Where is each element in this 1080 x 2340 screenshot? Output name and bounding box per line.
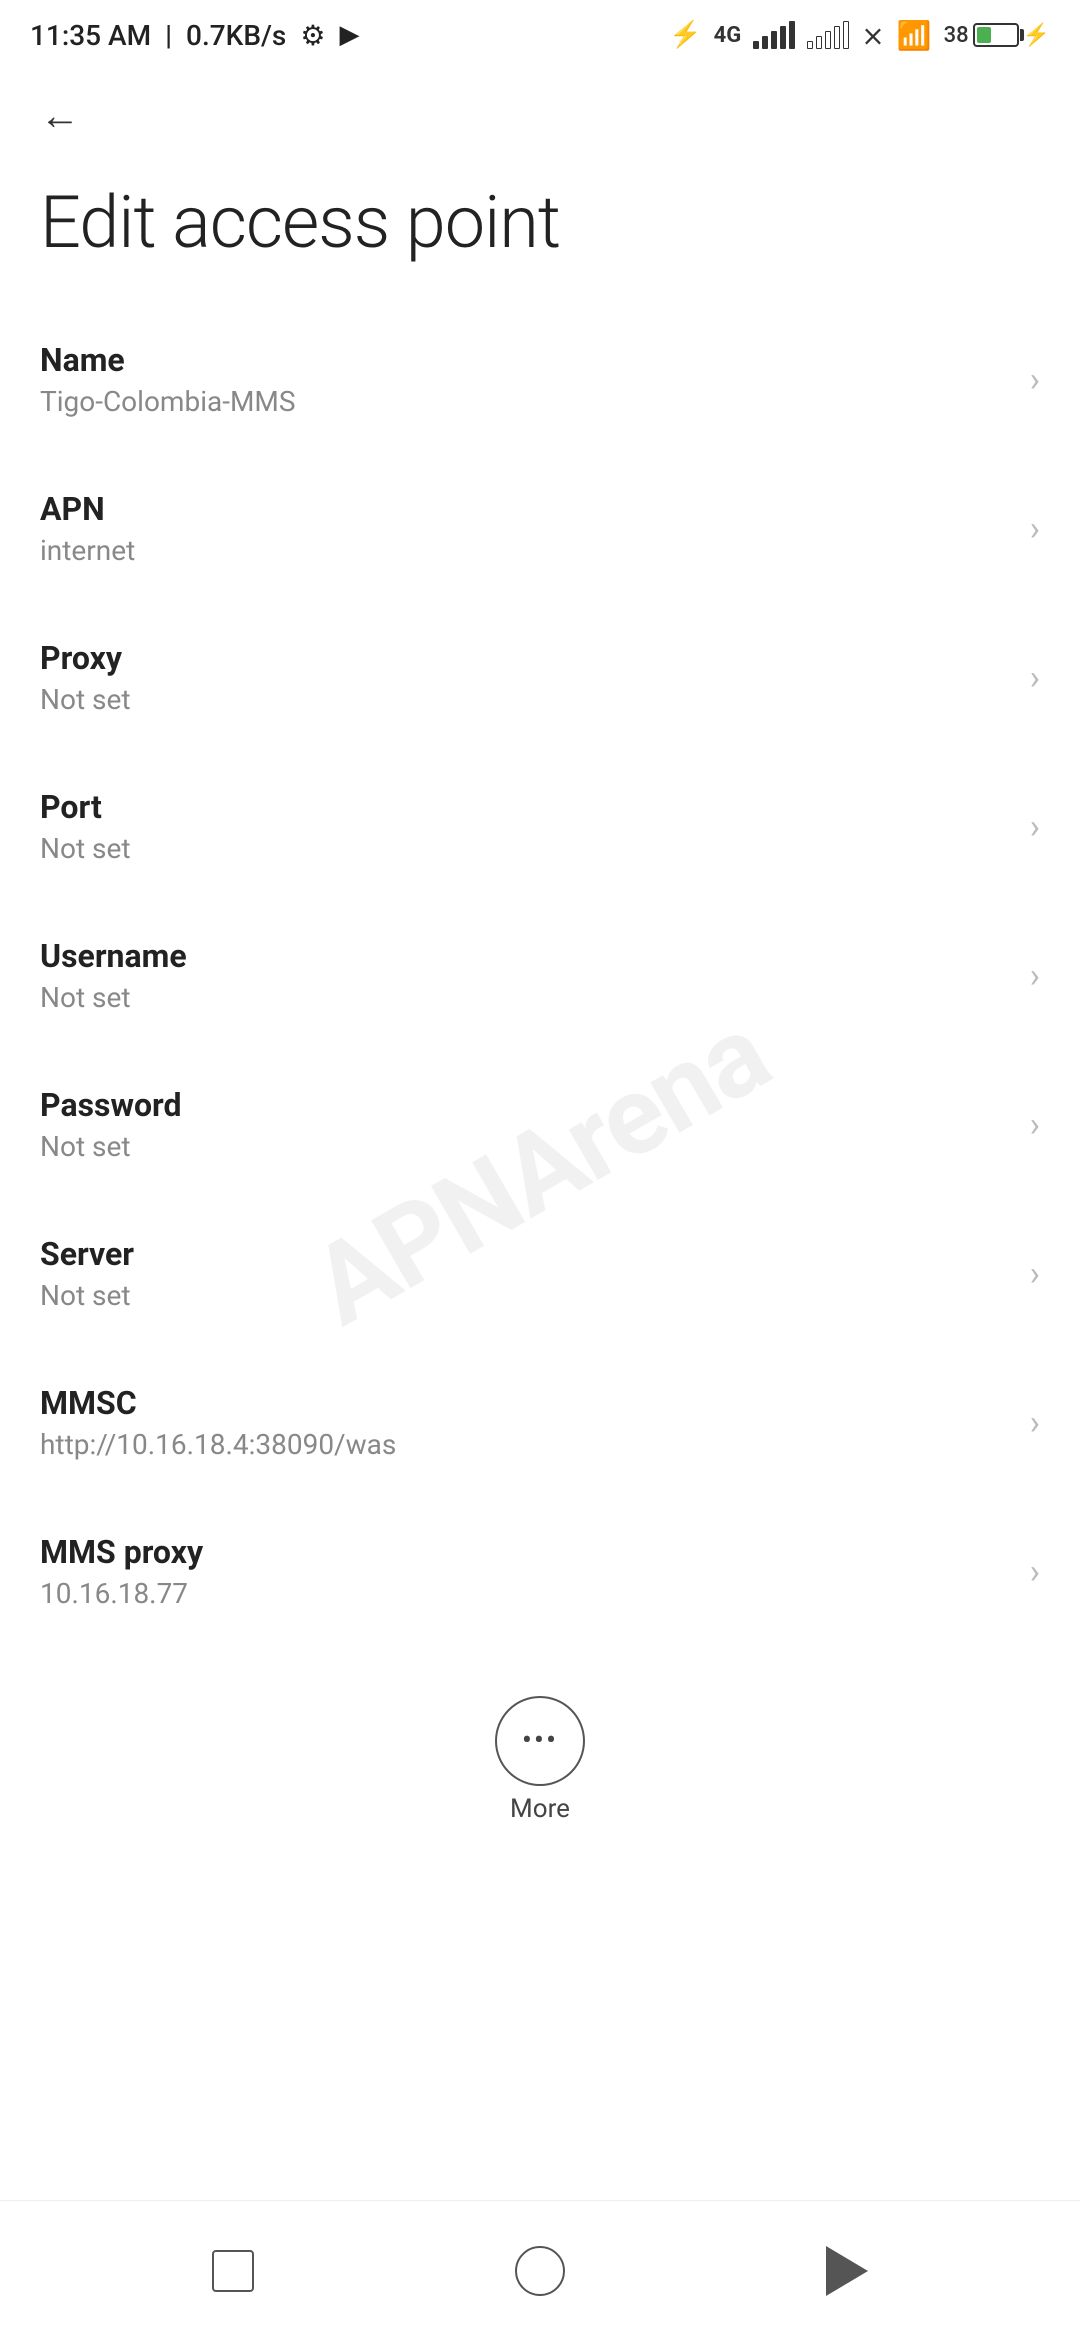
settings-item-password[interactable]: Password Not set ›: [0, 1050, 1080, 1199]
settings-item-mmsc-label: MMSC: [40, 1384, 1010, 1422]
more-label: More: [510, 1794, 570, 1824]
settings-item-apn-label: APN: [40, 490, 1010, 528]
settings-list: Name Tigo-Colombia-MMS › APN internet › …: [0, 305, 1080, 1646]
time-display: 11:35 AM: [30, 19, 151, 52]
settings-item-mmsc-value: http://10.16.18.4:38090/was: [40, 1428, 1010, 1461]
video-icon: ▶: [339, 20, 359, 50]
chevron-right-icon: ›: [1030, 807, 1040, 847]
settings-item-server-label: Server: [40, 1235, 1010, 1273]
nav-home-button[interactable]: [500, 2231, 580, 2311]
settings-item-proxy[interactable]: Proxy Not set ›: [0, 603, 1080, 752]
status-bar-right: ⚡ 4G ⨯ 📶 38 ⚡: [669, 19, 1050, 52]
bluetooth-icon: ⚡: [669, 20, 701, 50]
settings-item-password-content: Password Not set: [40, 1086, 1010, 1163]
charging-icon: ⚡: [1023, 23, 1050, 48]
chevron-right-icon: ›: [1030, 1403, 1040, 1443]
signal-bars-2: [807, 21, 849, 49]
settings-item-port[interactable]: Port Not set ›: [0, 752, 1080, 901]
battery-icon: [973, 23, 1019, 47]
bottom-nav: [0, 2200, 1080, 2340]
nav-square-icon: [212, 2250, 254, 2292]
settings-item-apn-content: APN internet: [40, 490, 1010, 567]
wifi-connected-icon: 📶: [897, 19, 932, 52]
settings-item-proxy-label: Proxy: [40, 639, 1010, 677]
settings-item-mms-proxy-label: MMS proxy: [40, 1533, 1010, 1571]
signal-bars-1: [753, 21, 795, 49]
settings-item-name-label: Name: [40, 341, 1010, 379]
settings-item-mms-proxy-value: 10.16.18.77: [40, 1577, 1010, 1610]
settings-item-apn-value: internet: [40, 534, 1010, 567]
settings-item-name-content: Name Tigo-Colombia-MMS: [40, 341, 1010, 418]
more-dots-icon: •••: [522, 1726, 558, 1756]
battery-fill: [977, 27, 991, 43]
top-nav: ←: [0, 70, 1080, 160]
wifi-icon: ⨯: [861, 19, 884, 52]
chevron-right-icon: ›: [1030, 509, 1040, 549]
settings-item-username-content: Username Not set: [40, 937, 1010, 1014]
battery-percent-text: 38: [944, 23, 969, 48]
back-arrow-icon: ←: [40, 92, 80, 139]
more-button[interactable]: •••: [495, 1696, 585, 1786]
status-bar-left: 11:35 AM | 0.7KB/s ⚙ ▶: [30, 19, 359, 52]
speed-display: 0.7KB/s: [186, 19, 286, 52]
nav-back-button[interactable]: [807, 2231, 887, 2311]
settings-item-name-value: Tigo-Colombia-MMS: [40, 385, 1010, 418]
nav-recent-apps-button[interactable]: [193, 2231, 273, 2311]
nav-triangle-icon: [826, 2246, 868, 2296]
settings-item-mms-proxy[interactable]: MMS proxy 10.16.18.77 ›: [0, 1497, 1080, 1646]
settings-item-mmsc[interactable]: MMSC http://10.16.18.4:38090/was ›: [0, 1348, 1080, 1497]
chevron-right-icon: ›: [1030, 658, 1040, 698]
chevron-right-icon: ›: [1030, 360, 1040, 400]
status-bar: 11:35 AM | 0.7KB/s ⚙ ▶ ⚡ 4G ⨯ 📶 38: [0, 0, 1080, 70]
network-4g-icon: 4G: [714, 23, 742, 48]
page-title: Edit access point: [0, 160, 1080, 305]
chevron-right-icon: ›: [1030, 956, 1040, 996]
settings-item-server[interactable]: Server Not set ›: [0, 1199, 1080, 1348]
settings-item-proxy-value: Not set: [40, 683, 1010, 716]
chevron-right-icon: ›: [1030, 1105, 1040, 1145]
battery-container: 38 ⚡: [944, 23, 1050, 48]
settings-item-mms-proxy-content: MMS proxy 10.16.18.77: [40, 1533, 1010, 1610]
settings-item-username[interactable]: Username Not set ›: [0, 901, 1080, 1050]
settings-item-port-value: Not set: [40, 832, 1010, 865]
settings-item-server-content: Server Not set: [40, 1235, 1010, 1312]
separator: |: [165, 19, 172, 52]
settings-item-username-value: Not set: [40, 981, 1010, 1014]
settings-item-name[interactable]: Name Tigo-Colombia-MMS ›: [0, 305, 1080, 454]
back-button[interactable]: ←: [30, 85, 90, 145]
chevron-right-icon: ›: [1030, 1254, 1040, 1294]
more-button-container: ••• More: [0, 1676, 1080, 1844]
chevron-right-icon: ›: [1030, 1552, 1040, 1592]
settings-item-server-value: Not set: [40, 1279, 1010, 1312]
nav-circle-icon: [515, 2246, 565, 2296]
settings-item-password-label: Password: [40, 1086, 1010, 1124]
settings-item-apn[interactable]: APN internet ›: [0, 454, 1080, 603]
settings-item-port-label: Port: [40, 788, 1010, 826]
settings-item-mmsc-content: MMSC http://10.16.18.4:38090/was: [40, 1384, 1010, 1461]
settings-item-password-value: Not set: [40, 1130, 1010, 1163]
settings-item-username-label: Username: [40, 937, 1010, 975]
settings-icon: ⚙: [300, 19, 325, 52]
settings-item-port-content: Port Not set: [40, 788, 1010, 865]
settings-item-proxy-content: Proxy Not set: [40, 639, 1010, 716]
